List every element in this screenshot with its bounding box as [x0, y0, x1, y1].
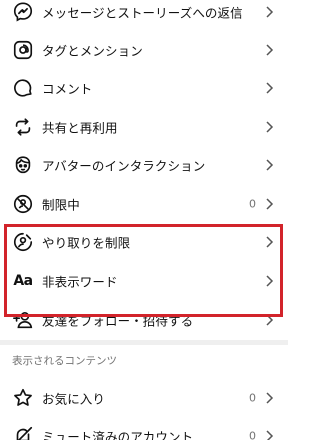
- menu-item-label: ミュート済みのアカウント: [42, 429, 194, 440]
- hidden-words-settings-screen: メッセージとストーリーズへの返信 タグとメンション コメント 共有と再利用 アバ…: [0, 0, 288, 440]
- restricted-icon: [12, 193, 34, 215]
- chevron-right-icon: [264, 391, 274, 405]
- chevron-right-icon: [264, 274, 274, 288]
- menu-item-avatar-interactions[interactable]: アバターのインタラクション: [0, 146, 288, 184]
- chevron-right-icon: [264, 43, 274, 57]
- menu-item-sharing-reuse[interactable]: 共有と再利用: [0, 108, 288, 146]
- menu-item-label: 制限中: [42, 197, 80, 213]
- aa-glyph: Aa: [13, 273, 33, 289]
- menu-item-label: 非表示ワード: [42, 274, 118, 290]
- menu-item-muted-accounts[interactable]: ミュート済みのアカウント 0: [0, 417, 288, 440]
- menu-item-follow-invite-friends[interactable]: 友達をフォロー・招待する: [0, 301, 288, 339]
- text-aa-icon: Aa: [12, 270, 34, 292]
- muted-icon: [12, 425, 34, 440]
- messenger-icon: [12, 1, 34, 23]
- comment-bubble-icon: [12, 77, 34, 99]
- menu-item-restricted[interactable]: 制限中 0: [0, 185, 288, 223]
- menu-item-label: やり取りを制限: [42, 235, 131, 251]
- chevron-right-icon: [264, 120, 274, 134]
- chevron-right-icon: [264, 81, 274, 95]
- chevron-right-icon: [264, 197, 274, 211]
- menu-item-comments[interactable]: コメント: [0, 69, 288, 107]
- repost-icon: [12, 116, 34, 138]
- menu-item-message-replies[interactable]: メッセージとストーリーズへの返信: [0, 0, 288, 31]
- star-icon: [12, 387, 34, 409]
- menu-item-label: メッセージとストーリーズへの返信: [42, 5, 243, 21]
- menu-item-tags-mentions[interactable]: タグとメンション: [0, 31, 288, 69]
- menu-item-label: お気に入り: [42, 391, 106, 407]
- menu-item-label: コメント: [42, 81, 93, 97]
- chevron-right-icon: [264, 313, 274, 327]
- menu-item-label: 共有と再利用: [42, 120, 118, 136]
- menu-item-label: 友達をフォロー・招待する: [42, 313, 194, 329]
- add-person-icon: [12, 309, 34, 331]
- menu-item-label: アバターのインタラクション: [42, 158, 206, 174]
- restricted-count: 0: [249, 197, 256, 211]
- section-header: 表示されるコンテンツ: [12, 355, 117, 367]
- menu-item-hidden-words[interactable]: Aa 非表示ワード: [0, 262, 288, 300]
- section-divider: [0, 340, 288, 345]
- favorites-count: 0: [249, 391, 256, 405]
- at-sign-icon: [12, 39, 34, 61]
- chevron-right-icon: [264, 429, 274, 440]
- menu-item-limit-interactions[interactable]: やり取りを制限: [0, 223, 288, 261]
- limit-interactions-icon: [12, 231, 34, 253]
- menu-item-label: タグとメンション: [42, 43, 143, 59]
- chevron-right-icon: [264, 5, 274, 19]
- menu-item-favorites[interactable]: お気に入り 0: [0, 379, 288, 417]
- chevron-right-icon: [264, 158, 274, 172]
- muted-count: 0: [249, 429, 256, 440]
- avatar-face-icon: [12, 154, 34, 176]
- chevron-right-icon: [264, 235, 274, 249]
